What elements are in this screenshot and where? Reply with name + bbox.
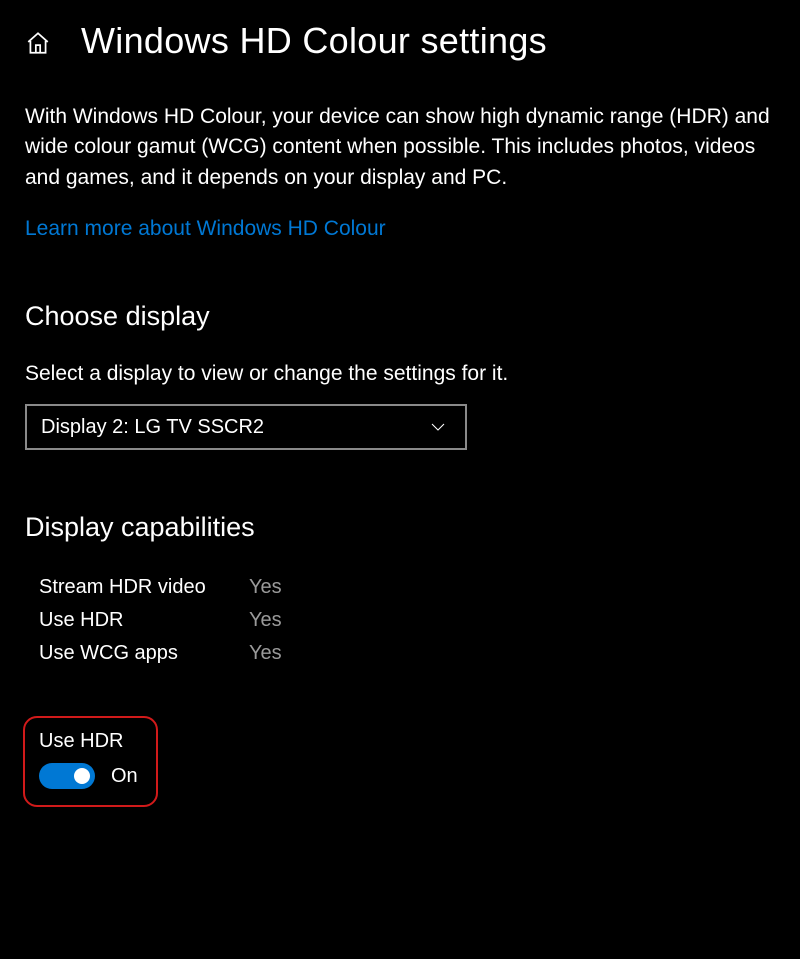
toggle-knob: [74, 768, 90, 784]
toggle-state-text: On: [111, 765, 138, 788]
capability-row: Use WCG apps Yes: [25, 637, 775, 670]
content-area: With Windows HD Colour, your device can …: [0, 72, 800, 807]
capability-row: Stream HDR video Yes: [25, 571, 775, 604]
use-hdr-label: Use HDR: [39, 730, 138, 753]
choose-display-subtext: Select a display to view or change the s…: [25, 362, 775, 386]
use-hdr-highlight-box: Use HDR On: [23, 716, 158, 807]
capability-value: Yes: [249, 642, 282, 665]
toggle-row: On: [39, 763, 138, 789]
display-select-value: Display 2: LG TV SSCR2: [41, 416, 264, 439]
capability-label: Use WCG apps: [39, 642, 249, 665]
learn-more-link[interactable]: Learn more about Windows HD Colour: [25, 217, 386, 241]
capability-label: Use HDR: [39, 609, 249, 632]
home-icon[interactable]: [25, 30, 51, 56]
page-title: Windows HD Colour settings: [81, 20, 547, 62]
choose-display-heading: Choose display: [25, 301, 775, 332]
capability-row: Use HDR Yes: [25, 604, 775, 637]
capability-label: Stream HDR video: [39, 576, 249, 599]
description-text: With Windows HD Colour, your device can …: [25, 102, 775, 193]
use-hdr-toggle[interactable]: [39, 763, 95, 789]
capability-value: Yes: [249, 576, 282, 599]
display-capabilities-heading: Display capabilities: [25, 512, 775, 543]
capability-value: Yes: [249, 609, 282, 632]
display-select-dropdown[interactable]: Display 2: LG TV SSCR2: [25, 404, 467, 450]
page-header: Windows HD Colour settings: [0, 0, 800, 72]
chevron-down-icon: [429, 418, 447, 436]
